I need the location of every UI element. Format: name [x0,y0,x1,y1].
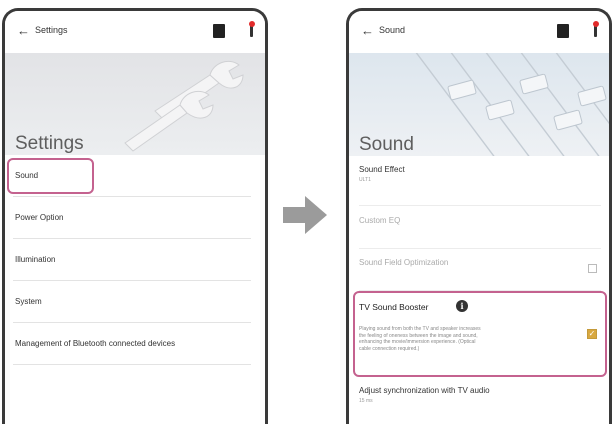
settings-item-sound[interactable]: Sound [7,155,251,197]
sound-effect-value: ULT1 [359,177,371,183]
arrow-left-icon[interactable]: ← [17,23,30,38]
top-bar-title: Sound [379,25,406,35]
settings-item-illumination[interactable]: Illumination [13,239,251,281]
highlight-outline [7,158,94,194]
sound-field-optimization-label: Sound Field Optimization [359,258,449,267]
menu-square-icon[interactable] [557,24,569,38]
tv-sound-booster-label: TV Sound Booster [359,302,429,312]
settings-item-power-option[interactable]: Power Option [13,197,251,239]
sound-effect-label: Sound Effect [359,165,405,174]
sound-top-bar: ← Sound [349,11,609,53]
sound-screen: ← Sound Sound Sound Effect ULT1 Custom E… [346,8,612,424]
page-title: Settings [15,133,84,154]
settings-top-bar: ← Settings [5,11,265,53]
settings-item-label: Management of Bluetooth connected device… [15,339,176,348]
settings-item-label: System [15,297,42,306]
settings-item-bluetooth-devices[interactable]: Management of Bluetooth connected device… [13,323,251,365]
arrow-left-icon[interactable]: ← [361,23,374,38]
custom-eq-label: Custom EQ [359,216,401,225]
sound-header-image: Sound [349,53,609,156]
custom-eq-item: Custom EQ [359,206,601,249]
sound-effect-item[interactable]: Sound Effect ULT1 [359,156,601,206]
tv-sound-booster-item[interactable]: TV Sound Booster i Playing sound from bo… [353,291,607,377]
tv-sound-booster-description: Playing sound from both the TV and speak… [359,326,569,352]
settings-screen: ← Settings Settings Sound Power Option I… [2,8,268,424]
settings-item-label: Power Option [15,213,64,222]
tv-audio-sync-label: Adjust synchronization with TV audio [359,386,490,395]
page-title: Sound [359,134,414,155]
sound-settings-list: Sound Effect ULT1 Custom EQ Sound Field … [349,156,609,404]
notification-dot-icon [593,21,599,27]
tv-sound-booster-checkbox[interactable]: ✓ [587,329,597,339]
settings-item-system[interactable]: System [13,281,251,323]
info-icon[interactable]: i [456,300,468,312]
notification-dot-icon [249,21,255,27]
tv-audio-sync-value: 15 ms [359,398,373,404]
sound-field-optimization-item: Sound Field Optimization [359,249,601,291]
description-line: cable connection required.) [359,345,420,352]
menu-square-icon[interactable] [213,24,225,38]
top-bar-title: Settings [35,25,68,35]
sound-field-optimization-checkbox [588,264,597,273]
settings-header-image: Settings [5,53,265,155]
settings-list: Sound Power Option Illumination System M… [5,155,265,365]
tv-audio-sync-item[interactable]: Adjust synchronization with TV audio 15 … [359,377,601,404]
settings-item-label: Illumination [15,255,56,264]
arrow-right-icon [283,196,327,234]
